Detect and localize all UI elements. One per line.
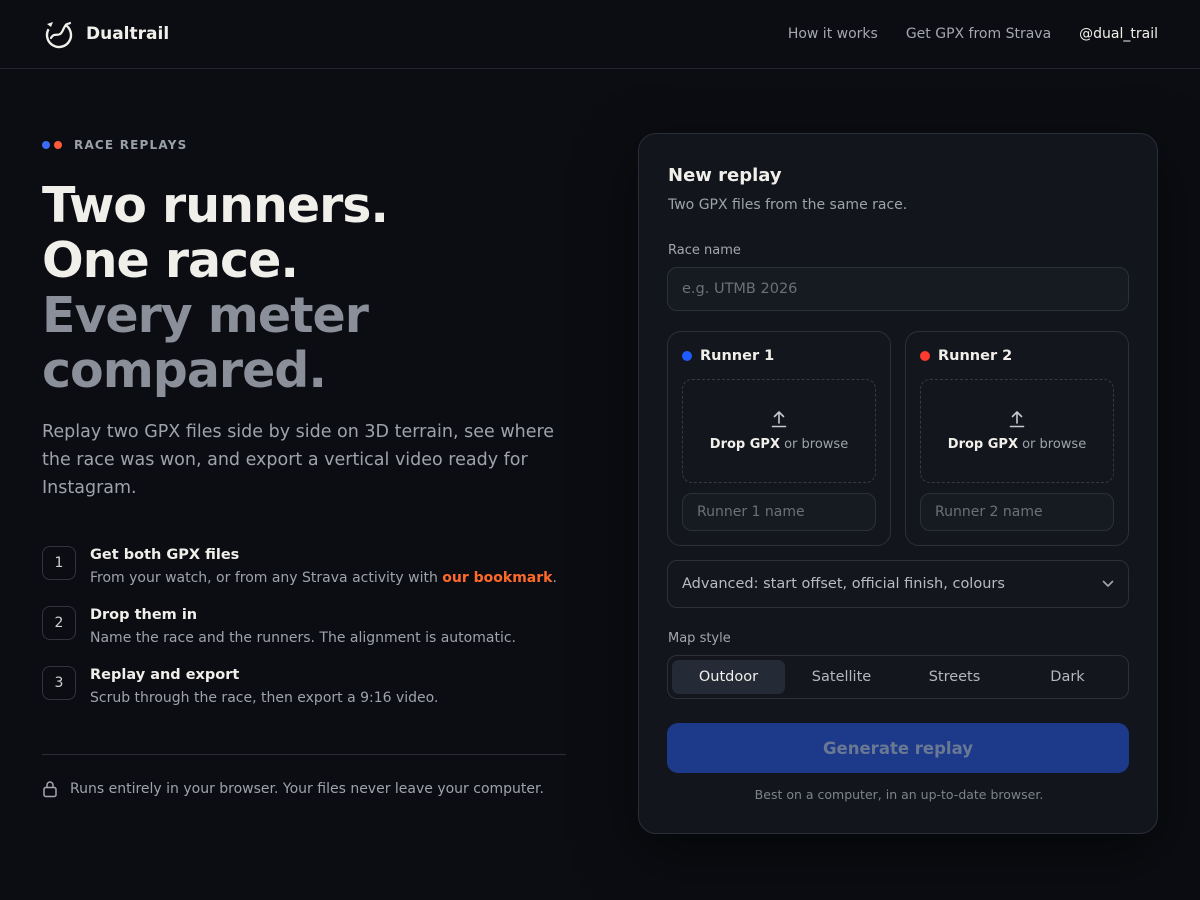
brand[interactable]: Dualtrail — [42, 17, 169, 51]
step-title: Replay and export — [90, 667, 240, 683]
dropzone-text: Drop GPX or browse — [948, 437, 1086, 452]
step-number: 1 — [42, 546, 76, 580]
runner-1-name-input[interactable] — [682, 493, 876, 531]
site-header: Dualtrail How it works Get GPX from Stra… — [0, 0, 1200, 69]
hero-section: RACE REPLAYS Two runners. One race. Ever… — [42, 138, 572, 726]
card-subtitle: Two GPX files from the same race. — [668, 197, 908, 213]
step-description: From your watch, or from any Strava acti… — [90, 569, 557, 587]
step-description: Scrub through the race, then export a 9:… — [90, 690, 439, 706]
advanced-options-label: Advanced: start offset, official finish,… — [682, 576, 1005, 592]
brand-name: Dualtrail — [86, 24, 170, 44]
step-description-text: From your watch, or from any Strava acti… — [90, 570, 443, 586]
step-title: Get both GPX files — [90, 547, 240, 563]
step-description-end: . — [552, 570, 557, 586]
step-item: 1 Get both GPX files From your watch, or… — [42, 546, 572, 587]
advanced-options-toggle[interactable]: Advanced: start offset, official finish,… — [667, 560, 1129, 608]
chevron-down-icon — [1102, 580, 1114, 587]
step-description: Name the race and the runners. The align… — [90, 630, 516, 646]
hero-description: Replay two GPX files side by side on 3D … — [42, 422, 555, 498]
headline-line-4: compared. — [42, 342, 327, 399]
privacy-text: Runs entirely in your browser. Your file… — [70, 781, 544, 797]
browser-footnote: Best on a computer, in an up-to-date bro… — [754, 787, 1044, 802]
upload-icon — [1009, 411, 1025, 428]
race-name-input[interactable] — [667, 267, 1129, 311]
new-replay-card: New replay Two GPX files from the same r… — [638, 133, 1158, 834]
nav-social-handle[interactable]: @dual_trail — [1079, 26, 1158, 42]
runner-2-name-input[interactable] — [920, 493, 1114, 531]
step-item: 2 Drop them in Name the race and the run… — [42, 606, 572, 647]
map-style-selector: Outdoor Satellite Streets Dark — [667, 655, 1129, 699]
runner-1-label: Runner 1 — [700, 348, 775, 364]
race-name-label: Race name — [668, 243, 741, 258]
runner-2-label: Runner 2 — [938, 348, 1013, 364]
drop-gpx-strong: Drop GPX — [709, 437, 780, 452]
runner-1-color-dot — [682, 351, 692, 361]
map-style-dark[interactable]: Dark — [1011, 660, 1124, 694]
ring-trail-logo-icon — [45, 21, 73, 49]
runner-1-panel: Runner 1 Drop GPX or browse — [667, 331, 891, 546]
map-style-outdoor[interactable]: Outdoor — [672, 660, 785, 694]
runner-2-dropzone[interactable]: Drop GPX or browse — [920, 379, 1114, 483]
steps-list: 1 Get both GPX files From your watch, or… — [42, 546, 572, 707]
card-title: New replay — [668, 165, 782, 186]
dropzone-text: Drop GPX or browse — [710, 437, 848, 452]
runner-1-dropzone[interactable]: Drop GPX or browse — [682, 379, 876, 483]
divider — [42, 754, 566, 755]
runner-2-panel: Runner 2 Drop GPX or browse — [905, 331, 1129, 546]
upload-icon — [771, 411, 787, 428]
headline-line-1: Two runners. — [42, 177, 389, 234]
drop-gpx-strong: Drop GPX — [947, 437, 1018, 452]
map-style-satellite[interactable]: Satellite — [785, 660, 898, 694]
runner-2-color-dot — [920, 351, 930, 361]
step-title: Drop them in — [90, 607, 198, 623]
nav-how-it-works[interactable]: How it works — [788, 26, 878, 42]
bookmark-link[interactable]: our bookmark — [442, 570, 552, 586]
lock-icon — [43, 781, 57, 798]
headline-line-3: Every meter — [42, 287, 369, 344]
step-item: 3 Replay and export Scrub through the ra… — [42, 666, 572, 707]
headline-line-2: One race. — [42, 232, 299, 289]
privacy-note: Runs entirely in your browser. Your file… — [42, 780, 544, 798]
generate-replay-button[interactable]: Generate replay — [667, 723, 1129, 773]
nav-get-gpx-from-strava[interactable]: Get GPX from Strava — [906, 26, 1051, 42]
top-nav: How it works Get GPX from Strava @dual_t… — [788, 26, 1158, 42]
drop-browse-text: or browse — [779, 437, 849, 452]
map-style-streets[interactable]: Streets — [898, 660, 1011, 694]
step-number: 2 — [42, 606, 76, 640]
eyebrow-dot-blue — [42, 141, 50, 149]
map-style-label: Map style — [668, 631, 731, 646]
eyebrow-text: RACE REPLAYS — [74, 138, 188, 152]
step-number: 3 — [42, 666, 76, 700]
headline: Two runners. One race. Every meter compa… — [42, 178, 572, 398]
drop-browse-text: or browse — [1017, 437, 1087, 452]
eyebrow: RACE REPLAYS — [42, 138, 572, 152]
eyebrow-dot-red — [54, 141, 62, 149]
